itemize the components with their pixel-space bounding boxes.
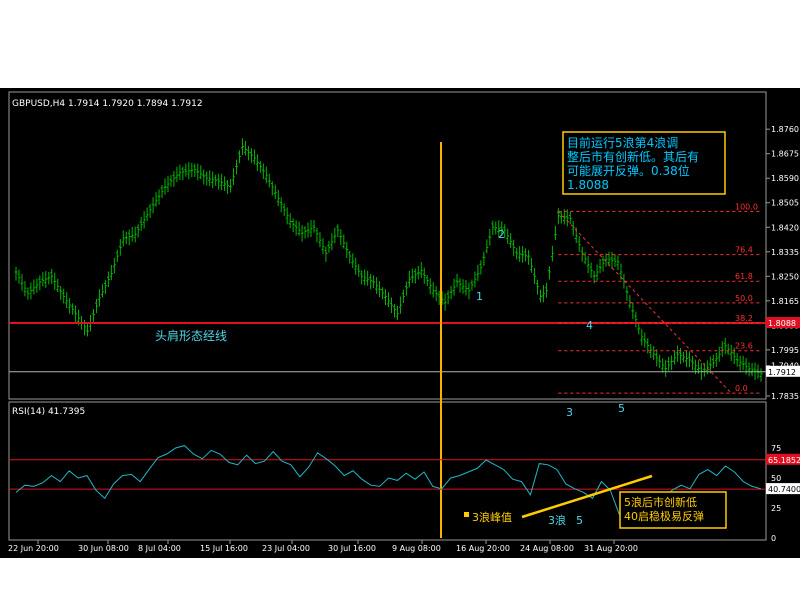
time-axis-label: 30 Jul 16:00 <box>328 544 376 553</box>
trading-chart-window: 100.0 76.4 61.8 50.0 38.2 23.6 0.0 1 2 3 4 5 3浪峰值 3浪… <box>0 0 800 600</box>
rsi-label: 3浪 <box>548 513 566 527</box>
neckline-label: 头肩形态经线 <box>155 328 227 343</box>
time-axis-label: 31 Aug 20:00 <box>584 544 638 553</box>
annotation-line: 5浪后市创新低 <box>624 495 697 509</box>
price-axis-label: 1.8165 <box>771 297 799 306</box>
fib-level-label: 76.4 <box>735 246 753 255</box>
time-axis-label: 15 Jul 16:00 <box>200 544 248 553</box>
price-axis-label: 1.8505 <box>771 199 799 208</box>
price-axis-label: 1.8760 <box>771 125 799 134</box>
rsi-axis-label: 50 <box>771 474 781 483</box>
annotation-box-rsi: 5浪后市创新低 40启稳极易反弹 <box>619 491 727 529</box>
rsi-label: 3浪峰值 <box>472 510 512 524</box>
fib-level-label: 100.0 <box>735 202 758 211</box>
annotation-box-top: 目前运行5浪第4浪调整后市有创新低。其后有可能展开反弹。0.38位 1.8088 <box>562 131 726 195</box>
fib-level-label: 61.8 <box>735 272 753 281</box>
fib-level-label: 0.0 <box>735 384 748 393</box>
price-axis-label: 1.7995 <box>771 346 799 355</box>
rsi-level-value: 65.1852 <box>768 456 800 465</box>
time-axis-label: 22 Jun 20:00 <box>8 544 59 553</box>
annotation-line: 40启稳极易反弹 <box>624 509 704 523</box>
annotation-line: 可能展开反弹。0.38位 <box>567 163 690 178</box>
rsi-label: 5 <box>576 514 583 527</box>
price-axis-label: 1.8590 <box>771 174 799 183</box>
rsi-axis-label: 25 <box>771 504 781 513</box>
time-axis-label: 16 Aug 20:00 <box>456 544 510 553</box>
rsi-axis-label: 0 <box>771 534 776 543</box>
time-axis-label: 8 Jul 04:00 <box>138 544 181 553</box>
wave-label: 4 <box>586 319 593 332</box>
price-axis-label: 1.8420 <box>771 223 799 232</box>
rsi-panel-title: RSI(14) 41.7395 <box>12 407 85 417</box>
price-axis-label: 1.7835 <box>771 392 799 401</box>
time-axis-label: 24 Aug 08:00 <box>520 544 574 553</box>
fib-level-label: 38.2 <box>735 314 753 323</box>
annotation-line: 整后市有创新低。其后有 <box>567 149 699 164</box>
neckline-price-value: 1.8088 <box>768 319 796 328</box>
rsi-marker <box>464 512 469 517</box>
price-axis-label: 1.8675 <box>771 150 799 159</box>
rsi-level-value: 40.7400 <box>768 485 800 494</box>
time-axis-label: 30 Jun 08:00 <box>78 544 129 553</box>
price-axis-label: 1.8335 <box>771 248 799 257</box>
annotation-line: 1.8088 <box>567 178 609 192</box>
fib-level-label: 50.0 <box>735 294 753 303</box>
wave-label: 2 <box>498 228 505 241</box>
time-axis-label: 9 Aug 08:00 <box>392 544 441 553</box>
wave-label: 5 <box>618 402 625 415</box>
fib-level-label: 23.6 <box>735 342 753 351</box>
time-axis-label: 23 Jul 04:00 <box>262 544 310 553</box>
rsi-axis-label: 75 <box>771 444 781 453</box>
price-axis-label: 1.8250 <box>771 272 799 281</box>
annotation-line: 目前运行5浪第4浪调 <box>567 135 678 150</box>
price-panel-title: GBPUSD,H4 1.7914 1.7920 1.7894 1.7912 <box>12 99 203 109</box>
wave-label: 1 <box>476 290 483 303</box>
wave-label: 3 <box>566 406 573 419</box>
current-price-value: 1.7912 <box>768 368 796 377</box>
